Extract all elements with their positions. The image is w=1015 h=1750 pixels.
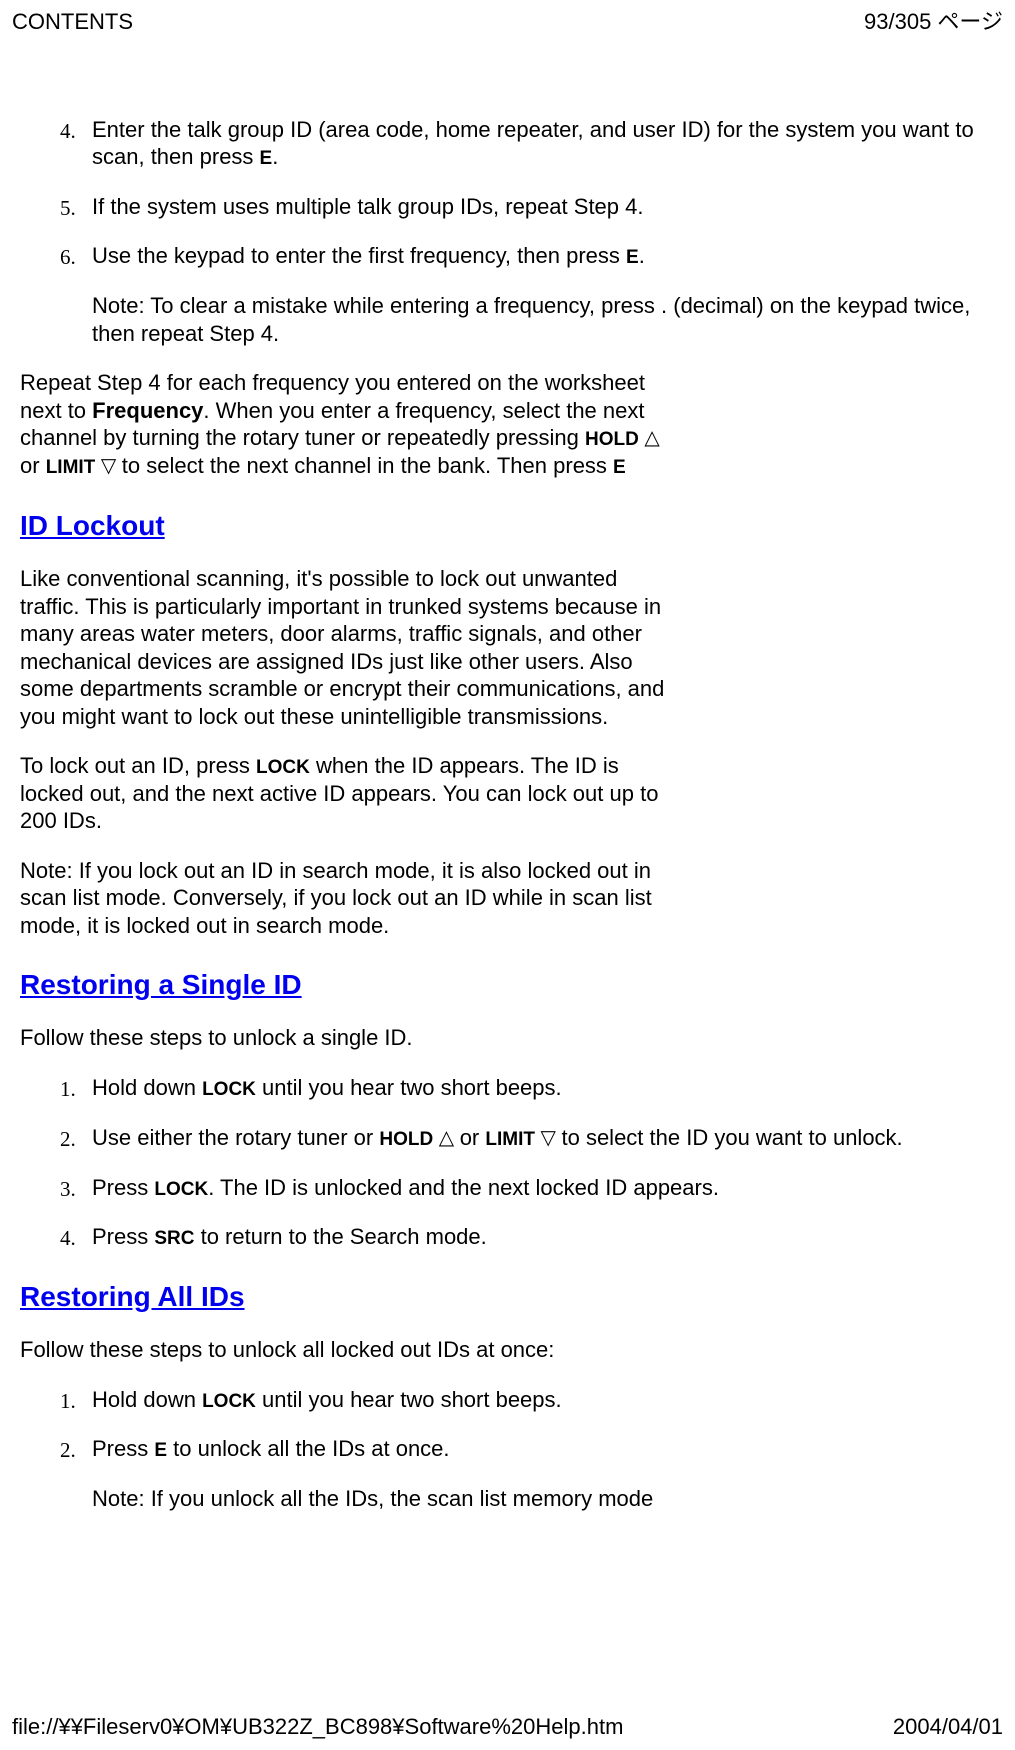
down-triangle-icon: ▽ — [95, 455, 122, 477]
key-label: LIMIT — [46, 457, 96, 478]
note-text: Note: If you unlock all the IDs, the sca… — [92, 1485, 995, 1513]
list-item: 3. Press LOCK. The ID is unlocked and th… — [60, 1174, 995, 1202]
item-text: If the system uses multiple talk group I… — [92, 194, 643, 219]
item-number: 6. — [60, 244, 76, 270]
key-label: LOCK — [202, 1079, 256, 1100]
list-item: 6. Use the keypad to enter the first fre… — [60, 242, 995, 347]
text: to select the next channel in the bank. … — [122, 453, 613, 478]
item-number: 1. — [60, 1076, 76, 1102]
text: Press — [92, 1224, 154, 1249]
item-number: 2. — [60, 1437, 76, 1463]
footer-path: file://¥¥Fileserv0¥OM¥UB322Z_BC898¥Softw… — [12, 1713, 623, 1741]
text: until you hear two short beeps. — [256, 1075, 562, 1100]
item-text: . — [639, 243, 645, 268]
paragraph: Like conventional scanning, it's possibl… — [20, 565, 680, 730]
restoring-single-list: 1. Hold down LOCK until you hear two sho… — [20, 1074, 995, 1251]
item-number: 2. — [60, 1126, 76, 1152]
list-item: 1. Hold down LOCK until you hear two sho… — [60, 1386, 995, 1414]
up-triangle-icon: △ — [639, 427, 660, 449]
text: or — [460, 1125, 486, 1150]
item-text: . — [272, 144, 278, 169]
note-paragraph: Note: If you lock out an ID in search mo… — [20, 857, 680, 940]
text: until you hear two short beeps. — [256, 1387, 562, 1412]
text: or — [20, 453, 46, 478]
list-item: 2. Use either the rotary tuner or HOLD △… — [60, 1124, 995, 1152]
page-footer: file://¥¥Fileserv0¥OM¥UB322Z_BC898¥Softw… — [0, 1713, 1015, 1741]
key-label: HOLD — [379, 1129, 433, 1150]
item-number: 5. — [60, 195, 76, 221]
text: Press — [92, 1175, 154, 1200]
up-triangle-icon: △ — [433, 1127, 460, 1149]
restoring-all-list: 1. Hold down LOCK until you hear two sho… — [20, 1386, 995, 1513]
list-item: 4. Press SRC to return to the Search mod… — [60, 1223, 995, 1251]
intro-text: Follow these steps to unlock all locked … — [20, 1336, 995, 1364]
text: Hold down — [92, 1075, 202, 1100]
down-triangle-icon: ▽ — [535, 1127, 562, 1149]
item-text: Enter the talk group ID (area code, home… — [92, 117, 974, 170]
text: . The ID is unlocked and the next locked… — [208, 1175, 719, 1200]
repeat-paragraph: Repeat Step 4 for each frequency you ent… — [20, 369, 680, 480]
key-label: E — [613, 457, 626, 478]
text: Use either the rotary tuner or — [92, 1125, 379, 1150]
footer-date: 2004/04/01 — [893, 1713, 1003, 1741]
intro-text: Follow these steps to unlock a single ID… — [20, 1024, 995, 1052]
list-item: 1. Hold down LOCK until you hear two sho… — [60, 1074, 995, 1102]
list-item: 2. Press E to unlock all the IDs at once… — [60, 1435, 995, 1512]
top-steps-list: 4. Enter the talk group ID (area code, h… — [20, 116, 995, 348]
header-title: CONTENTS — [12, 8, 133, 36]
key-label: E — [260, 148, 273, 169]
key-label: LIMIT — [485, 1129, 535, 1150]
text: to select the ID you want to unlock. — [561, 1125, 902, 1150]
key-label: LOCK — [256, 757, 310, 778]
item-text: Use the keypad to enter the first freque… — [92, 243, 626, 268]
paragraph: To lock out an ID, press LOCK when the I… — [20, 752, 680, 835]
key-label: HOLD — [585, 429, 639, 450]
heading-restoring-single[interactable]: Restoring a Single ID — [20, 967, 995, 1002]
text: Press — [92, 1436, 154, 1461]
page-indicator: 93/305 ページ — [864, 8, 1003, 36]
text: to unlock all the IDs at once. — [167, 1436, 450, 1461]
list-item: 5. If the system uses multiple talk grou… — [60, 193, 995, 221]
list-item: 4. Enter the talk group ID (area code, h… — [60, 116, 995, 171]
item-number: 3. — [60, 1176, 76, 1202]
text: To lock out an ID, press — [20, 753, 256, 778]
bold-text: Frequency — [92, 398, 203, 423]
item-number: 1. — [60, 1388, 76, 1414]
page-content: 4. Enter the talk group ID (area code, h… — [0, 36, 1015, 1513]
text: Hold down — [92, 1387, 202, 1412]
key-label: E — [154, 1440, 167, 1461]
key-label: SRC — [154, 1228, 194, 1249]
key-label: LOCK — [154, 1179, 208, 1200]
item-number: 4. — [60, 118, 76, 144]
key-label: E — [626, 247, 639, 268]
page-header: CONTENTS 93/305 ページ — [0, 0, 1015, 36]
item-number: 4. — [60, 1225, 76, 1251]
key-label: LOCK — [202, 1391, 256, 1412]
text: to return to the Search mode. — [194, 1224, 486, 1249]
heading-id-lockout[interactable]: ID Lockout — [20, 508, 995, 543]
note-text: Note: To clear a mistake while entering … — [92, 292, 995, 347]
heading-restoring-all[interactable]: Restoring All IDs — [20, 1279, 995, 1314]
